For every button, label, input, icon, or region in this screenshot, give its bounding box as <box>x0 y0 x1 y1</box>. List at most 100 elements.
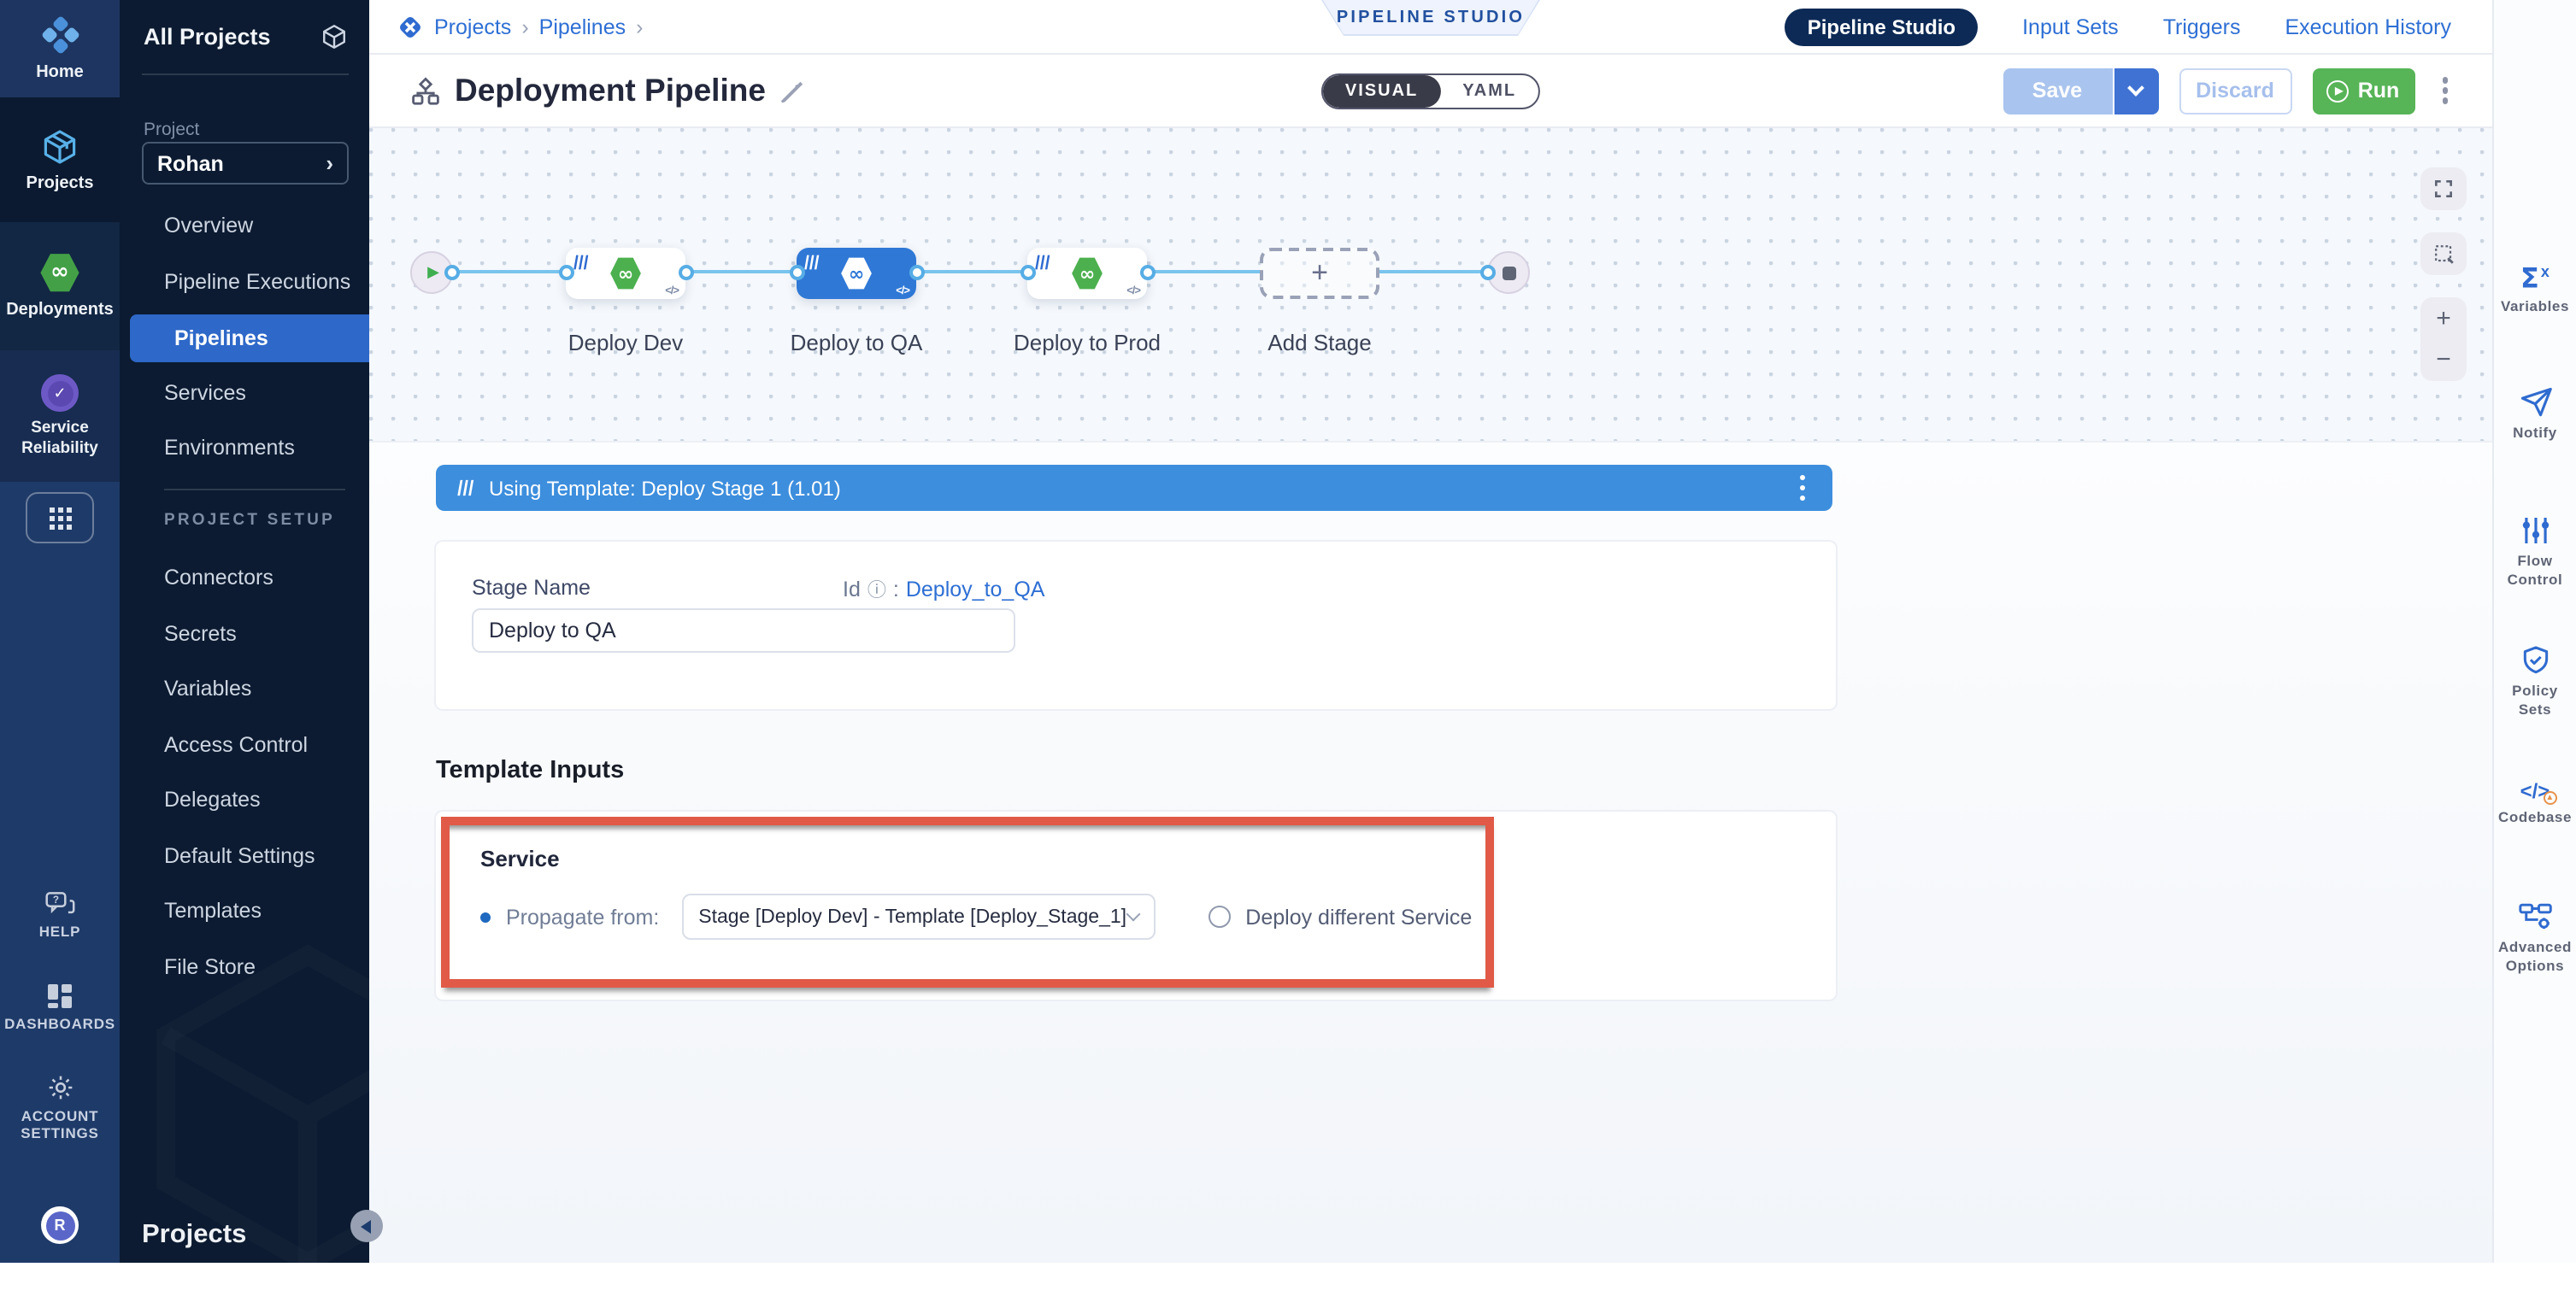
service-heading: Service <box>480 846 560 871</box>
sidebar-item-connectors[interactable]: Connectors <box>120 555 369 600</box>
stage-node-deploy-to-qa-selected[interactable]: ∞ </> <box>797 248 916 299</box>
toolbar-item-flow-control[interactable]: Flow Control <box>2494 514 2576 589</box>
title-group: Deployment Pipeline <box>369 72 805 109</box>
rail-item-service-reliability[interactable]: ✓ Service Reliability <box>0 350 120 482</box>
propagate-radio-selected[interactable] <box>480 912 491 922</box>
template-menu-button[interactable] <box>1792 468 1812 508</box>
module-picker-button[interactable] <box>26 492 94 543</box>
annotation-highlight-box: Service Propagate from: Stage [Deploy De… <box>441 817 1494 988</box>
rail-item-help[interactable]: ? HELP <box>0 890 120 940</box>
stage-id-group: Id ⓘ : Deploy_to_QA <box>843 576 1044 603</box>
toolbar-item-advanced-options[interactable]: Advanced Options <box>2494 900 2576 975</box>
marquee-select-button[interactable] <box>2420 232 2467 275</box>
tab-execution-history[interactable]: Execution History <box>2285 15 2451 38</box>
propagate-stage-select[interactable]: Stage [Deploy Dev] - Template [Deploy_St… <box>681 894 1155 940</box>
service-options-row: Propagate from: Stage [Deploy Dev] - Tem… <box>480 894 1472 940</box>
toolbar-item-codebase[interactable]: </>▲ Codebase <box>2494 779 2576 826</box>
breadcrumb-projects[interactable]: Projects <box>434 15 511 38</box>
run-button[interactable]: ▶ Run <box>2312 67 2414 114</box>
breadcrumb-pipelines[interactable]: Pipelines <box>539 15 626 38</box>
template-badge-icon <box>573 253 590 272</box>
stage-label-add-stage: Add Stage <box>1209 330 1431 355</box>
visual-yaml-toggle[interactable]: VISUAL YAML <box>1321 73 1540 109</box>
tab-pipeline-studio[interactable]: Pipeline Studio <box>1785 8 1978 45</box>
stage-id-value[interactable]: Deploy_to_QA <box>906 578 1045 601</box>
sidebar-collapse-handle[interactable] <box>350 1210 383 1242</box>
rail-item-deployments[interactable]: ∞ Deployments <box>0 222 120 350</box>
stage-label-deploy-to-qa: Deploy to QA <box>745 330 967 355</box>
rail-label-projects: Projects <box>21 173 99 194</box>
user-avatar[interactable]: R <box>41 1206 79 1244</box>
add-stage-node[interactable]: + <box>1260 248 1379 299</box>
main-area: Projects › Pipelines › PIPELINE STUDIO P… <box>369 0 2492 1263</box>
rail-item-home[interactable]: Home <box>0 0 120 97</box>
all-projects-title[interactable]: All Projects <box>144 24 271 50</box>
zoom-out-button[interactable]: − <box>2436 339 2451 380</box>
more-options-button[interactable] <box>2435 71 2455 111</box>
pipeline-graph-icon <box>410 75 441 106</box>
stage-label-deploy-dev: Deploy Dev <box>515 330 737 355</box>
code-icon: </> <box>665 285 679 297</box>
sidebar-item-variables[interactable]: Variables <box>120 666 369 711</box>
service-reliability-icon: ✓ <box>41 375 79 413</box>
harness-home-icon <box>38 14 81 56</box>
info-icon[interactable]: ⓘ <box>867 576 886 603</box>
sidebar-item-file-store[interactable]: File Store <box>120 945 369 989</box>
template-inputs-heading: Template Inputs <box>436 757 624 784</box>
sidebar-item-access-control[interactable]: Access Control <box>120 723 369 767</box>
sidebar-item-environments[interactable]: Environments <box>120 425 369 470</box>
toolbar-item-variables[interactable]: Σx Variables <box>2494 265 2576 316</box>
toolbar-label-notify: Notify <box>2513 424 2557 442</box>
node-port <box>1480 265 1496 280</box>
save-split-button: Save <box>2003 67 2158 114</box>
sidebar-item-overview[interactable]: Overview <box>120 203 369 248</box>
fullscreen-button[interactable] <box>2420 167 2467 210</box>
stage-node-deploy-to-prod[interactable]: ∞ </> <box>1027 248 1147 299</box>
sidebar-item-delegates[interactable]: Delegates <box>120 777 369 822</box>
edit-pencil-icon[interactable] <box>779 78 805 103</box>
grid-icon <box>49 507 71 529</box>
toggle-visual[interactable]: VISUAL <box>1323 74 1440 107</box>
tab-triggers[interactable]: Triggers <box>2163 15 2241 38</box>
stage-node-deploy-dev[interactable]: ∞ </> <box>566 248 685 299</box>
pipeline-canvas[interactable]: ▶ ∞ </> ∞ </> ∞ </> + <box>369 128 2492 443</box>
rail-label-deployments: Deployments <box>1 300 119 320</box>
sidebar-item-default-settings[interactable]: Default Settings <box>120 834 369 878</box>
discard-button[interactable]: Discard <box>2179 67 2291 114</box>
toggle-yaml[interactable]: YAML <box>1440 74 1538 107</box>
toolbar-item-notify[interactable]: Notify <box>2494 386 2576 442</box>
node-port <box>1020 265 1036 280</box>
project-selector[interactable]: Rohan › <box>142 142 349 185</box>
advanced-options-icon <box>2517 900 2553 933</box>
template-banner[interactable]: Using Template: Deploy Stage 1 (1.01) <box>436 465 1832 511</box>
toolbar-item-policy-sets[interactable]: Policy Sets <box>2494 644 2576 719</box>
stage-name-label: Stage Name <box>472 576 591 600</box>
rail-item-dashboards[interactable]: DASHBOARDS <box>0 983 120 1032</box>
template-badge-icon <box>803 253 820 272</box>
sidebar-item-services[interactable]: Services <box>120 371 369 415</box>
breadcrumb-separator: › <box>521 15 528 38</box>
stage-label-deploy-to-prod: Deploy to Prod <box>976 330 1198 355</box>
all-projects-cube-icon[interactable] <box>320 22 349 51</box>
connector-line <box>916 270 1027 273</box>
zoom-in-button[interactable]: + <box>2436 298 2451 339</box>
sidebar-item-templates[interactable]: Templates <box>120 889 369 933</box>
marquee-select-icon <box>2432 242 2455 266</box>
variables-sigma-icon: Σx <box>2520 265 2550 293</box>
dashboards-icon <box>46 983 74 1010</box>
toolbar-label-flow-control: Flow Control <box>2502 552 2567 589</box>
rail-item-projects[interactable]: Projects <box>0 97 120 222</box>
sidebar-item-pipeline-executions[interactable]: Pipeline Executions <box>120 260 369 304</box>
save-dropdown-button[interactable] <box>2114 67 2158 114</box>
rail-item-account-settings[interactable]: ACCOUNT SETTINGS <box>0 1073 120 1141</box>
deploy-different-label: Deploy different Service <box>1245 905 1472 929</box>
sidebar-item-secrets[interactable]: Secrets <box>120 612 369 656</box>
node-port <box>444 265 460 280</box>
save-button[interactable]: Save <box>2003 67 2112 114</box>
stage-name-input[interactable] <box>472 608 1015 653</box>
node-port <box>909 265 925 280</box>
toolbar-label-variables: Variables <box>2501 298 2569 316</box>
deploy-different-radio[interactable] <box>1208 906 1230 928</box>
tab-input-sets[interactable]: Input Sets <box>2022 15 2119 38</box>
sidebar-item-pipelines[interactable]: Pipelines <box>130 314 369 362</box>
